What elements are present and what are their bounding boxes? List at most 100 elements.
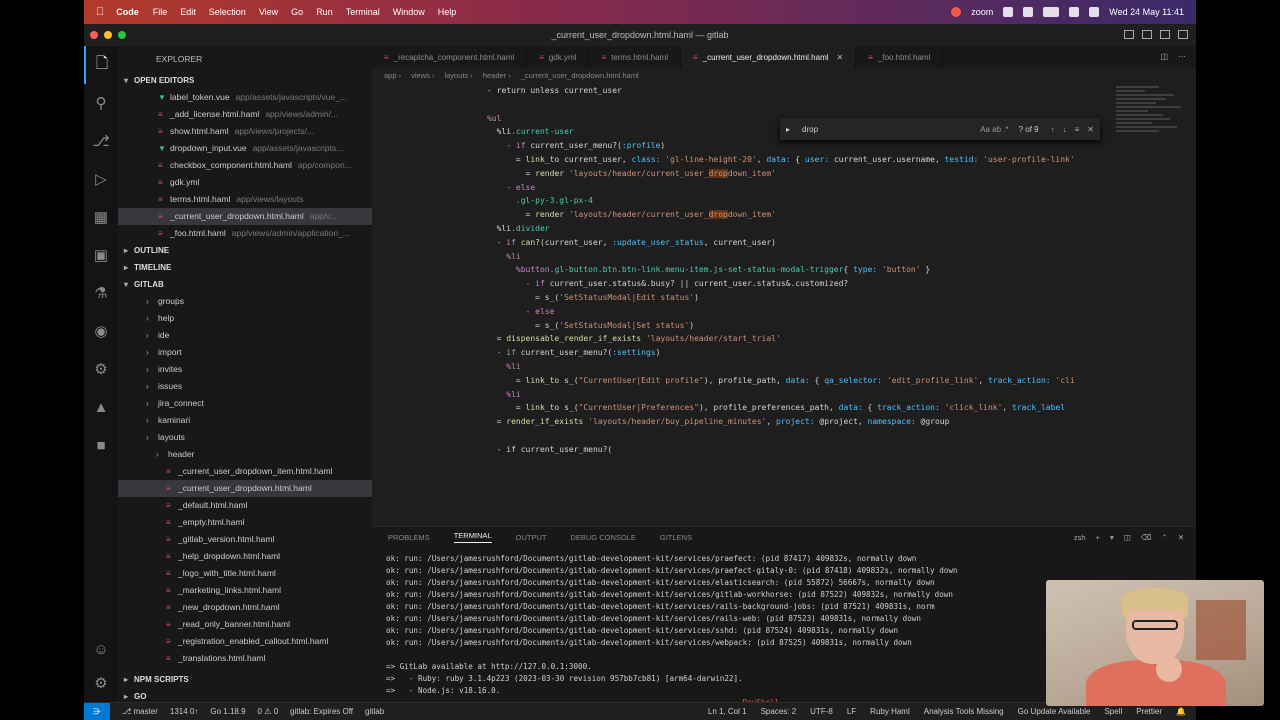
- battery-icon[interactable]: [1043, 7, 1060, 17]
- terminal-dropdown-icon[interactable]: ▾: [1110, 533, 1114, 542]
- breadcrumb-item[interactable]: _current_user_dropdown.html.haml: [521, 71, 639, 80]
- find-input[interactable]: drop: [802, 125, 980, 134]
- folder-item[interactable]: › layouts: [118, 429, 372, 446]
- search-icon[interactable]: [1089, 7, 1100, 17]
- open-editor-item[interactable]: ≡ terms.html.haml app/views/layouts: [118, 191, 372, 208]
- open-editor-item[interactable]: ≡ _add_license.html.haml app/views/admin/.…: [118, 106, 372, 123]
- folder-item[interactable]: › header: [118, 446, 372, 463]
- file-item[interactable]: ≡ _translations.html.haml: [118, 650, 372, 667]
- find-in-selection-icon[interactable]: ≡: [1075, 125, 1080, 134]
- menu-item-file[interactable]: File: [153, 7, 168, 17]
- menu-item-go[interactable]: Go: [291, 7, 303, 17]
- maximize-panel-icon[interactable]: ⌃: [1161, 533, 1167, 542]
- breadcrumb-item[interactable]: header ›: [483, 71, 511, 80]
- breadcrumb-item[interactable]: app ›: [384, 71, 401, 80]
- panel-tab-terminal[interactable]: TERMINAL: [453, 531, 492, 543]
- file-item[interactable]: ≡ _empty.html.haml: [118, 514, 372, 531]
- panel-tab-gitlens[interactable]: GITLENS: [660, 533, 692, 542]
- remote-explorer-icon[interactable]: ▣: [84, 236, 118, 274]
- folder-item[interactable]: › invites: [118, 361, 372, 378]
- run-debug-icon[interactable]: ▷: [84, 160, 118, 198]
- file-item[interactable]: ≡ _logo_with_title.html.haml: [118, 565, 372, 582]
- folder-item[interactable]: › groups: [118, 293, 372, 310]
- file-item[interactable]: ≡ _default.html.haml: [118, 497, 372, 514]
- project-section[interactable]: ▾ GITLAB: [118, 276, 372, 293]
- open-editors-section[interactable]: ▾ OPEN EDITORS: [118, 72, 372, 89]
- clock[interactable]: Wed 24 May 11:41: [1109, 7, 1184, 17]
- close-find-icon[interactable]: ✕: [1087, 125, 1094, 134]
- indentation[interactable]: Spaces: 2: [761, 707, 797, 716]
- editor-tab[interactable]: ≡ _foo.html.haml: [856, 46, 944, 68]
- eol[interactable]: LF: [847, 707, 856, 716]
- minimap[interactable]: [1116, 84, 1188, 244]
- menu-item-window[interactable]: Window: [393, 7, 425, 17]
- folder-item[interactable]: › kaminari: [118, 412, 372, 429]
- cursor-position[interactable]: Ln 1, Col 1: [708, 707, 747, 716]
- branch-status[interactable]: ⎇ master: [122, 707, 158, 716]
- remote-icon[interactable]: ⋺: [84, 702, 110, 720]
- source-control-icon[interactable]: ⎇: [84, 122, 118, 160]
- toggle-replace-icon[interactable]: ▸: [786, 125, 790, 134]
- panel-tab-problems[interactable]: PROBLEMS: [388, 533, 430, 542]
- gitlab-icon[interactable]: ▲: [84, 388, 118, 426]
- docker-icon[interactable]: ⚙: [84, 350, 118, 388]
- menu-item-run[interactable]: Run: [316, 7, 333, 17]
- timeline-section[interactable]: ▸ TIMELINE: [118, 259, 372, 276]
- editor-tab[interactable]: ≡ terms.html.haml: [589, 46, 681, 68]
- toggle-sidebar-icon[interactable]: [1124, 30, 1134, 39]
- menu-item-selection[interactable]: Selection: [209, 7, 246, 17]
- more-actions-icon[interactable]: ⋯: [1178, 52, 1186, 61]
- go-section[interactable]: ▸ GO: [118, 688, 372, 702]
- folder-item[interactable]: › jira_connect: [118, 395, 372, 412]
- menu-item-help[interactable]: Help: [438, 7, 457, 17]
- spell-status[interactable]: Spell: [1104, 707, 1122, 716]
- editor-tab[interactable]: ≡ _recaptcha_component.html.haml: [372, 46, 528, 68]
- tasks-status[interactable]: gitlab: Expires Off: [290, 707, 353, 716]
- notifications-icon[interactable]: 🔔: [1176, 707, 1186, 716]
- editor-tab[interactable]: ≡ gdk.yml: [527, 46, 590, 68]
- customize-layout-icon[interactable]: [1178, 30, 1188, 39]
- find-options[interactable]: Aa ab .*: [980, 125, 1008, 134]
- open-editor-item[interactable]: ≡ checkbox_component.html.haml app/compon.…: [118, 157, 372, 174]
- language-mode[interactable]: Ruby Haml: [870, 707, 910, 716]
- wifi-icon[interactable]: [1069, 7, 1080, 17]
- apple-icon[interactable]: : [96, 6, 104, 18]
- menu-item-view[interactable]: View: [259, 7, 278, 17]
- file-item[interactable]: ≡ _read_only_banner.html.haml: [118, 616, 372, 633]
- file-item[interactable]: ≡ _new_dropdown.html.haml: [118, 599, 372, 616]
- file-item[interactable]: ≡ _marketing_links.html.haml: [118, 582, 372, 599]
- folder-item[interactable]: › help: [118, 310, 372, 327]
- next-match-icon[interactable]: ↓: [1063, 125, 1067, 134]
- go-update[interactable]: Go Update Available: [1018, 707, 1091, 716]
- outline-section[interactable]: ▸ OUTLINE: [118, 242, 372, 259]
- panel-tab-debug-console[interactable]: DEBUG CONSOLE: [570, 533, 635, 542]
- editor-tab[interactable]: ≡ _current_user_dropdown.html.haml ✕: [681, 46, 857, 68]
- sync-status[interactable]: 1314 0↑: [170, 707, 198, 716]
- toggle-panel-icon[interactable]: [1142, 30, 1152, 39]
- gitlens-icon[interactable]: ◉: [84, 312, 118, 350]
- folder-item[interactable]: › import: [118, 344, 372, 361]
- close-tab-icon[interactable]: ✕: [837, 53, 844, 62]
- split-editor-icon[interactable]: ◫: [1160, 52, 1168, 61]
- record-icon[interactable]: [951, 7, 962, 17]
- new-terminal-icon[interactable]: +: [1096, 533, 1100, 542]
- open-editor-item[interactable]: ≡ show.html.haml app/views/projects/...: [118, 123, 372, 140]
- toggle-secondary-sidebar-icon[interactable]: [1160, 30, 1170, 39]
- folder-item[interactable]: › issues: [118, 378, 372, 395]
- zoom-label[interactable]: zoom: [971, 7, 993, 17]
- open-editor-item[interactable]: ≡ gdk.yml: [118, 174, 372, 191]
- problems-status[interactable]: 0 ⚠ 0: [258, 707, 279, 716]
- file-item[interactable]: ≡ _current_user_dropdown.html.haml: [118, 480, 372, 497]
- accounts-icon[interactable]: ☺: [84, 630, 118, 668]
- file-item[interactable]: ≡ _current_user_dropdown_item.html.haml: [118, 463, 372, 480]
- menu-app-name[interactable]: Code: [116, 7, 139, 17]
- explorer-icon[interactable]: 🗋: [84, 46, 118, 84]
- menu-item-edit[interactable]: Edit: [180, 7, 196, 17]
- testing-icon[interactable]: ⚗: [84, 274, 118, 312]
- breadcrumb-item[interactable]: layouts ›: [444, 71, 472, 80]
- open-editor-item[interactable]: ▼ label_token.vue app/assets/javascripts/v…: [118, 89, 372, 106]
- manage-gear-icon[interactable]: ⚙: [84, 664, 118, 702]
- previous-match-icon[interactable]: ↑: [1051, 125, 1055, 134]
- file-item[interactable]: ≡ _registration_enabled_callout.html.haml: [118, 633, 372, 650]
- close-panel-icon[interactable]: ✕: [1178, 533, 1184, 542]
